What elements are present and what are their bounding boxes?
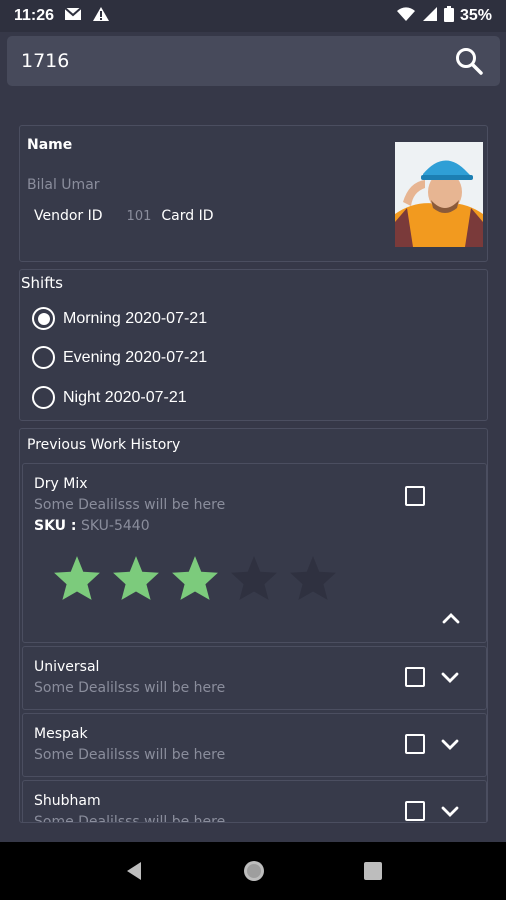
shift-option-night[interactable]: Night 2020-07-21 [32,386,187,409]
item-desc: Some Dealilsss will be here [34,747,226,763]
item-title: Shubham [34,793,101,809]
home-icon[interactable] [242,859,266,883]
battery-icon [443,5,454,27]
radio-selected-icon[interactable] [32,307,55,330]
profile-card: Name Bilal Umar Vendor ID 101 Card ID [19,125,488,262]
star-filled-icon[interactable] [111,554,161,602]
sku-value: SKU-5440 [80,518,150,534]
item-desc: Some Dealilsss will be here [34,814,226,823]
signal-icon [422,6,438,27]
item-checkbox[interactable] [405,667,425,687]
chevron-down-icon[interactable] [440,671,460,685]
item-checkbox[interactable] [405,486,425,506]
status-bar: 11:26 35% [0,0,506,32]
star-filled-icon[interactable] [170,554,220,602]
shift-option-morning[interactable]: Morning 2020-07-21 [32,307,207,330]
history-item-universal[interactable]: Universal Some Dealilsss will be here [22,646,487,710]
shifts-card: Shifts Morning 2020-07-21 Evening 2020-0… [19,269,488,421]
chevron-down-icon[interactable] [440,738,460,752]
chevron-up-icon[interactable] [441,611,461,625]
name-label: Name [27,137,73,153]
search-input[interactable]: 1716 [21,50,69,72]
item-checkbox[interactable] [405,801,425,821]
name-value: Bilal Umar [27,177,100,193]
shift-option-evening[interactable]: Evening 2020-07-21 [32,346,207,369]
shift-option-label: Morning 2020-07-21 [63,309,208,327]
recents-icon[interactable] [363,861,383,881]
rating-stars[interactable] [52,554,338,602]
item-desc: Some Dealilsss will be here [34,680,226,696]
history-item-dry-mix[interactable]: Dry Mix Some Dealilsss will be here SKU … [22,463,487,643]
navigation-bar [0,842,506,900]
battery-percent: 35% [459,7,492,24]
sku-label: SKU : [34,518,77,534]
gmail-icon [64,6,82,26]
sku-row: SKU : SKU-5440 [34,518,150,534]
history-item-shubham[interactable]: Shubham Some Dealilsss will be here [22,780,487,823]
search-icon [456,48,483,75]
work-history-card: Previous Work History Dry Mix Some Deali… [19,428,488,823]
item-desc: Some Dealilsss will be here [34,497,226,513]
back-icon[interactable] [123,860,145,882]
status-time: 11:26 [14,7,55,24]
wifi-icon [396,6,416,27]
vendor-id-label: Vendor ID [34,208,103,224]
item-title: Mespak [34,726,88,742]
vendor-id-value: 101 [126,209,152,224]
star-empty-icon[interactable] [288,554,338,602]
id-row: Vendor ID 101 Card ID [34,208,214,224]
star-filled-icon[interactable] [52,554,102,602]
chevron-down-icon[interactable] [440,805,460,819]
warning-icon [92,6,110,27]
item-checkbox[interactable] [405,734,425,754]
history-item-mespak[interactable]: Mespak Some Dealilsss will be here [22,713,487,777]
shifts-title: Shifts [21,274,63,292]
shift-option-label: Evening 2020-07-21 [63,348,208,366]
radio-unselected-icon[interactable] [32,346,55,369]
item-title: Dry Mix [34,476,88,492]
item-title: Universal [34,659,100,675]
card-id-label: Card ID [161,208,214,224]
search-button[interactable] [452,44,486,78]
star-empty-icon[interactable] [229,554,279,602]
radio-unselected-icon[interactable] [32,386,55,409]
search-bar[interactable]: 1716 [7,36,500,86]
history-title: Previous Work History [27,437,181,453]
shift-option-label: Night 2020-07-21 [63,388,187,406]
avatar [395,142,483,247]
